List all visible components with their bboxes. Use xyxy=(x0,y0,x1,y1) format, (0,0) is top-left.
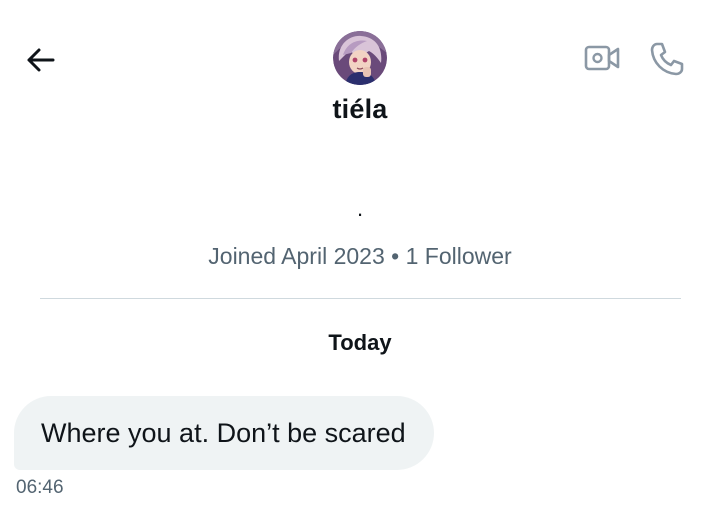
message-timestamp: 06:46 xyxy=(16,477,64,498)
message-bubble[interactable]: Where you at. Don’t be scared xyxy=(14,396,434,470)
avatar-image xyxy=(333,31,387,85)
phone-icon xyxy=(650,42,684,76)
meta-separator: • xyxy=(391,243,400,269)
avatar[interactable] xyxy=(333,31,387,85)
joined-date: Joined April 2023 xyxy=(208,243,385,269)
video-call-button[interactable] xyxy=(580,38,624,78)
divider xyxy=(40,298,681,299)
back-button[interactable] xyxy=(20,40,60,80)
display-name[interactable]: tiéla xyxy=(0,94,720,125)
audio-call-button[interactable] xyxy=(646,38,688,80)
arrow-left-icon xyxy=(27,48,55,72)
profile-bio: . xyxy=(356,196,364,221)
followers-count[interactable]: 1 Follower xyxy=(406,243,512,269)
profile-meta: Joined April 2023 • 1 Follower xyxy=(0,243,720,270)
conversation-header: tiéla xyxy=(0,0,720,140)
video-camera-icon xyxy=(584,45,620,71)
message-text: Where you at. Don’t be scared xyxy=(41,417,406,448)
date-separator: Today xyxy=(328,330,392,355)
